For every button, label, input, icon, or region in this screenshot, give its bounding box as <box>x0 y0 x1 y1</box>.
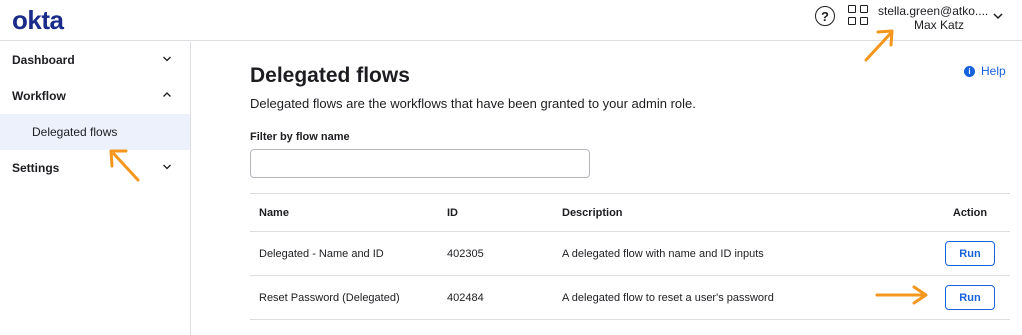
sidebar: Dashboard Workflow Delegated flows Setti… <box>0 42 191 335</box>
chevron-down-icon[interactable] <box>992 10 1004 22</box>
column-header-action: Action <box>952 206 988 219</box>
chevron-up-icon <box>163 92 171 97</box>
annotation-arrow-icon <box>109 149 140 182</box>
flow-description: A delegated flow with name and ID inputs <box>562 247 764 260</box>
column-header-description: Description <box>562 206 623 219</box>
table-header-row: Name ID Description Action <box>250 193 1010 232</box>
help-label: Help <box>981 64 1006 78</box>
annotation-arrow-icon <box>864 29 894 62</box>
chevron-down-icon <box>163 164 171 170</box>
sidebar-item-label: Dashboard <box>12 53 75 67</box>
sidebar-item-settings[interactable]: Settings <box>0 150 190 186</box>
sidebar-item-label: Workflow <box>12 89 66 103</box>
flow-name: Reset Password (Delegated) <box>259 291 400 304</box>
page-description: Delegated flows are the workflows that h… <box>250 96 696 111</box>
page-title: Delegated flows <box>250 64 410 87</box>
filter-input[interactable] <box>250 149 590 178</box>
sidebar-item-label: Delegated flows <box>32 125 118 139</box>
annotation-arrow-icon <box>875 285 928 305</box>
column-header-id: ID <box>447 206 458 219</box>
sidebar-item-dashboard[interactable]: Dashboard <box>0 42 190 78</box>
flow-description: A delegated flow to reset a user's passw… <box>562 291 774 304</box>
okta-logo[interactable]: okta <box>12 5 64 36</box>
table-row: Delegated - Name and ID 402305 A delegat… <box>250 232 1010 276</box>
question-circle-icon[interactable]: ? <box>815 6 835 26</box>
sidebar-item-delegated-flows[interactable]: Delegated flows <box>0 114 190 150</box>
sidebar-item-workflow[interactable]: Workflow <box>0 78 190 114</box>
action-cell: Run <box>940 276 1000 319</box>
info-icon: i <box>964 65 975 77</box>
flow-name: Delegated - Name and ID <box>259 247 384 260</box>
flow-id: 402484 <box>447 291 484 304</box>
user-email: stella.green@atko.... <box>878 4 989 18</box>
filter-label: Filter by flow name <box>250 131 350 143</box>
action-cell: Run <box>940 232 1000 275</box>
sidebar-item-label: Settings <box>12 161 60 175</box>
chevron-down-icon <box>163 56 171 62</box>
run-button[interactable]: Run <box>945 241 995 266</box>
column-header-name: Name <box>259 206 289 219</box>
flow-id: 402305 <box>447 247 484 260</box>
apps-grid-icon[interactable] <box>848 5 868 25</box>
run-button[interactable]: Run <box>945 285 995 310</box>
help-link[interactable]: i Help <box>964 64 1006 78</box>
